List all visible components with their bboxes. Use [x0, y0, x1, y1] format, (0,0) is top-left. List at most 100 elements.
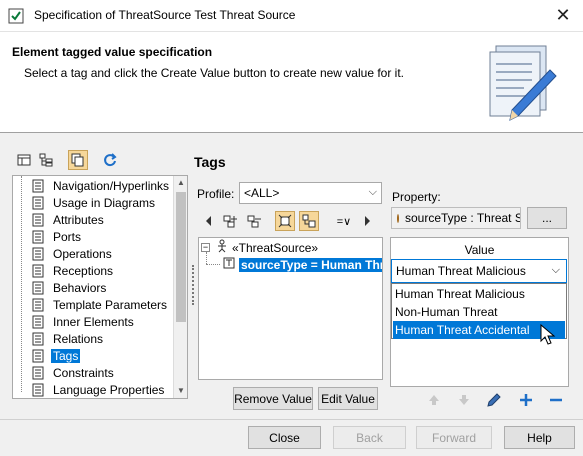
collapse-all-icon[interactable]	[245, 211, 265, 231]
panel-splitter[interactable]	[192, 265, 195, 305]
value-combobox-text: Human Threat Malicious	[396, 264, 526, 278]
edit-value-button[interactable]: Edit Value	[318, 387, 378, 410]
scroll-thumb[interactable]	[176, 192, 186, 322]
tag-value-icon	[223, 257, 235, 272]
tree-item-behaviors[interactable]: Behaviors	[31, 279, 108, 296]
remove-value-icon[interactable]	[546, 390, 566, 410]
tree-view-icon[interactable]	[36, 150, 56, 170]
tree-item-attributes[interactable]: Attributes	[31, 211, 106, 228]
header-title: Element tagged value specification	[12, 45, 213, 59]
move-down-icon[interactable]	[454, 390, 474, 410]
tree-item-relations[interactable]: Relations	[31, 330, 105, 347]
value-combobox[interactable]: Human Threat Malicious ⌵	[391, 259, 567, 283]
tree-row-selected-tag[interactable]: sourceType = Human Threat Accidental	[223, 256, 382, 273]
expand-toggle-icon[interactable]: −	[201, 243, 210, 252]
tree-item-label: Ports	[53, 229, 82, 244]
mouse-cursor-icon	[540, 324, 556, 345]
tree-item-label: Receptions	[53, 263, 114, 278]
page-icon	[31, 332, 45, 346]
add-value-icon[interactable]	[516, 390, 536, 410]
tags-toolbar: =∨	[201, 209, 381, 233]
tree-item-label: Behaviors	[53, 280, 107, 295]
filter-values-icon[interactable]: =∨	[333, 211, 355, 231]
back-button[interactable]: Back	[333, 426, 406, 449]
category-tree: Navigation/Hyperlinks Usage in Diagrams …	[12, 175, 188, 399]
close-button[interactable]: Close	[248, 426, 321, 449]
refresh-icon[interactable]	[100, 150, 120, 170]
page-icon	[31, 230, 45, 244]
property-value: sourceType : Threat Source Type	[405, 211, 520, 225]
tree-item-label: Template Parameters	[53, 297, 168, 312]
value-toolbar	[422, 390, 572, 412]
property-label: Property:	[392, 190, 441, 204]
tree-item-label: Tags	[51, 348, 81, 363]
tree-item-constraints[interactable]: Constraints	[31, 364, 116, 381]
title-bar: Specification of ThreatSource Test Threa…	[0, 0, 583, 32]
tree-item-tags[interactable]: Tags	[31, 347, 81, 364]
tree-item-receptions[interactable]: Receptions	[31, 262, 115, 279]
tree-item-label: Attributes	[53, 212, 104, 227]
tree-item-label: Usage in Diagrams	[53, 195, 156, 210]
page-icon	[31, 196, 45, 210]
tree-item-label: Operations	[53, 246, 112, 261]
tree-item-label: Navigation/Hyperlinks	[53, 178, 170, 193]
page-icon	[31, 264, 45, 278]
expand-all-icon[interactable]	[221, 211, 241, 231]
chevron-down-icon: ⌵	[551, 264, 560, 276]
dropdown-option[interactable]: Human Threat Malicious	[393, 285, 565, 303]
property-type-icon	[397, 213, 399, 223]
left-tree-scrollbar[interactable]: ▲ ▼	[173, 176, 187, 398]
app-logo-icon	[8, 8, 24, 24]
property-browse-button[interactable]: ...	[527, 207, 567, 229]
tree-item-label: Constraints	[53, 365, 114, 380]
page-icon	[31, 281, 45, 295]
remove-value-button[interactable]: Remove Value	[233, 387, 313, 410]
scroll-up-icon[interactable]: ▲	[174, 176, 188, 190]
window-close-button[interactable]: ✕	[551, 4, 575, 28]
move-up-icon[interactable]	[424, 390, 444, 410]
scroll-right-icon[interactable]	[361, 211, 375, 231]
tree-item-navigation-hyperlinks[interactable]: Navigation/Hyperlinks	[31, 177, 171, 194]
show-tags-icon[interactable]	[299, 211, 319, 231]
profile-dropdown[interactable]: <ALL> ⌵	[239, 182, 382, 204]
page-icon	[31, 315, 45, 329]
tree-item-inner-elements[interactable]: Inner Elements	[31, 313, 136, 330]
show-stereotypes-icon[interactable]	[275, 211, 295, 231]
tags-tree: − «ThreatSource» sourceType = Human Thre…	[198, 237, 383, 380]
tags-section-title: Tags	[194, 154, 226, 170]
page-icon	[31, 247, 45, 261]
left-toolbar	[12, 148, 132, 172]
property-field: sourceType : Threat Source Type	[391, 207, 521, 229]
page-icon	[31, 383, 45, 397]
window-title: Specification of ThreatSource Test Threa…	[34, 8, 296, 22]
page-icon	[31, 298, 45, 312]
list-view-icon[interactable]	[14, 150, 34, 170]
tree-item-ports[interactable]: Ports	[31, 228, 83, 245]
profile-value: <ALL>	[244, 186, 280, 200]
scroll-left-icon[interactable]	[201, 211, 215, 231]
chevron-down-icon: ⌵	[368, 186, 377, 198]
tree-item-usage-in-diagrams[interactable]: Usage in Diagrams	[31, 194, 157, 211]
selected-tag-label: sourceType = Human Threat Accidental	[239, 257, 382, 272]
help-button[interactable]: Help	[504, 426, 575, 449]
profile-label: Profile:	[197, 187, 235, 201]
stereotype-icon	[216, 239, 228, 256]
tree-item-operations[interactable]: Operations	[31, 245, 114, 262]
value-column-header: Value	[392, 239, 567, 261]
header-description: Select a tag and click the Create Value …	[24, 66, 404, 80]
stereotype-name: «ThreatSource»	[232, 240, 319, 255]
pages-icon[interactable]	[68, 150, 88, 170]
page-icon	[31, 213, 45, 227]
scroll-down-icon[interactable]: ▼	[174, 384, 188, 398]
page-icon	[31, 179, 45, 193]
edit-pencil-icon[interactable]	[484, 390, 504, 410]
tree-item-label: Relations	[53, 331, 104, 346]
tree-row-stereotype[interactable]: − «ThreatSource»	[201, 239, 318, 256]
dropdown-option[interactable]: Non-Human Threat	[393, 303, 565, 321]
forward-button[interactable]: Forward	[416, 426, 492, 449]
page-icon	[31, 349, 45, 363]
tree-item-language-properties[interactable]: Language Properties	[31, 381, 166, 398]
page-icon	[31, 366, 45, 380]
tree-item-template-parameters[interactable]: Template Parameters	[31, 296, 169, 313]
dialog-header: Element tagged value specification Selec…	[0, 32, 583, 133]
